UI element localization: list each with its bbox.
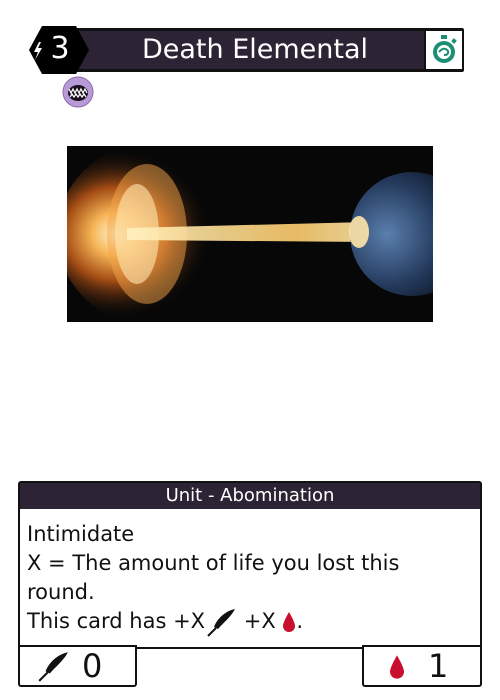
- feather-sword-icon: [207, 609, 236, 637]
- attack-value: 0: [82, 647, 103, 685]
- rules-line-x: X = The amount of life you lost this rou…: [27, 551, 400, 604]
- rules-bonus-prefix: This card has +X: [27, 609, 206, 633]
- health-value: 1: [428, 647, 449, 685]
- speed-indicator: [424, 31, 462, 69]
- maw-icon: [62, 76, 94, 108]
- attack-icon: [38, 652, 68, 682]
- type-line: Unit - Abomination: [165, 485, 335, 506]
- rules-keyword: Intimidate: [27, 522, 135, 546]
- card-name: Death Elemental: [141, 34, 369, 65]
- stopwatch-icon: [433, 35, 457, 63]
- blood-drop-icon: [283, 612, 296, 632]
- health-stat-box: [362, 645, 482, 687]
- rules-line-bonus: This card has +X +X .: [27, 607, 472, 637]
- card-cost: 3: [50, 31, 70, 66]
- rules-text: Intimidate X = The amount of life you lo…: [27, 520, 472, 637]
- card-art: [67, 146, 433, 322]
- rules-bonus-suffix: .: [296, 609, 304, 633]
- rules-bonus-mid: +X: [237, 609, 276, 633]
- health-icon: [390, 655, 404, 679]
